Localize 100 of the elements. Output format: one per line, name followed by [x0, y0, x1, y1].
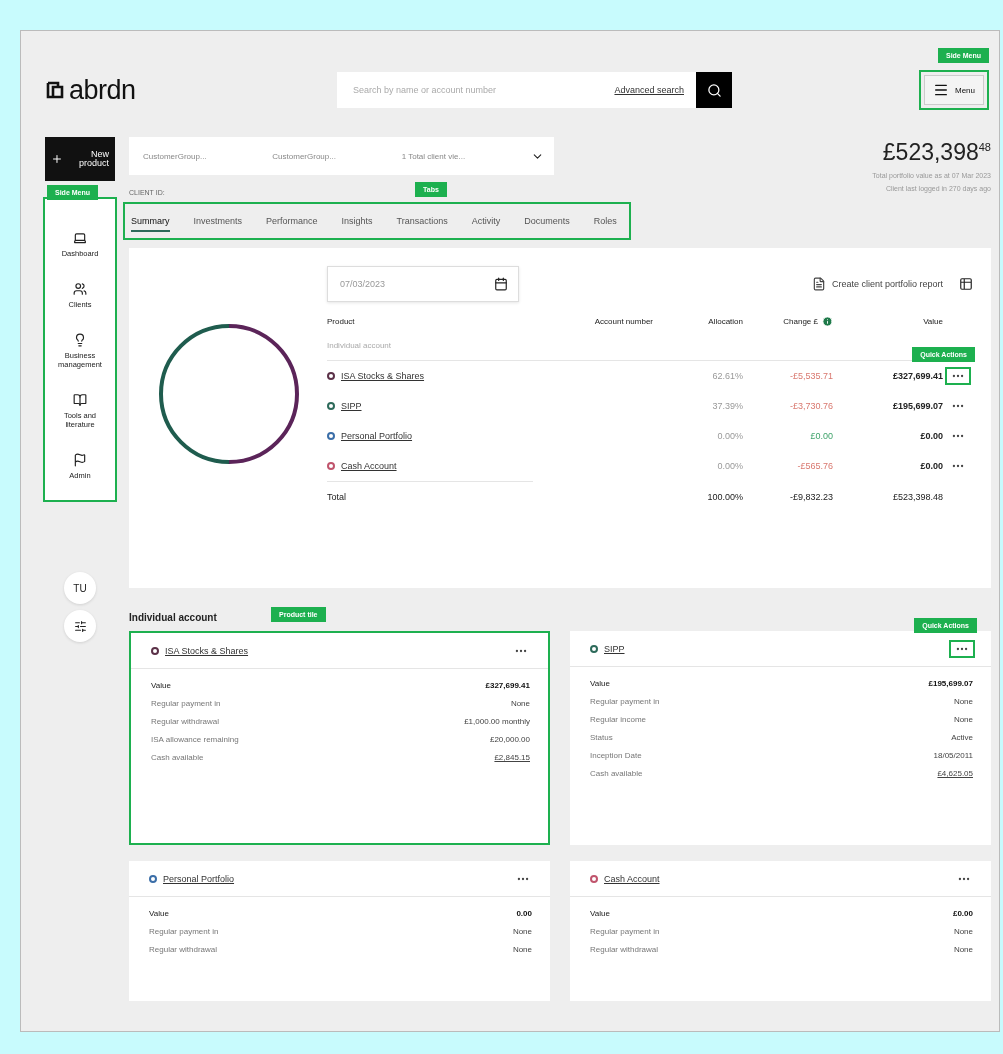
- field-label: Status: [590, 733, 613, 742]
- lightbulb-icon: [73, 333, 87, 347]
- field-value: Active: [951, 733, 973, 742]
- menu-icon: [933, 82, 949, 98]
- field-label: Cash available: [590, 769, 643, 778]
- field-value: £327,699.41: [485, 681, 530, 690]
- table-cell-text: £0.00: [919, 460, 943, 473]
- value-link[interactable]: £2,845.15: [494, 753, 530, 762]
- table-icon[interactable]: [959, 277, 973, 291]
- menu-button[interactable]: Menu: [924, 75, 984, 105]
- field-label: Regular payment in: [590, 697, 660, 706]
- table-cell-text: -£3,730.76: [788, 400, 833, 413]
- field-label: Regular withdrawal: [151, 717, 220, 726]
- field-label: Cash available: [151, 753, 204, 762]
- logo-text: abrdn: [69, 74, 136, 106]
- logo-icon: [45, 79, 65, 101]
- table-cell-text: £523,398.48: [891, 490, 943, 504]
- field-label: Regular payment in: [149, 927, 219, 936]
- column-header: Account number: [593, 316, 653, 328]
- field-value: 18/05/2011: [933, 751, 973, 760]
- new-product-button[interactable]: New product: [45, 137, 115, 181]
- field-label: Value: [149, 909, 169, 918]
- field-label: Value: [590, 909, 610, 918]
- field-label: Regular withdrawal: [149, 945, 218, 954]
- field-label: Regular withdrawal: [590, 945, 659, 954]
- tab[interactable]: Documents: [524, 212, 570, 232]
- product-link[interactable]: Cash Account: [341, 461, 397, 471]
- product-link[interactable]: ISA Stocks & Shares: [341, 371, 425, 381]
- product-link[interactable]: Cash Account: [604, 873, 660, 884]
- field-label: Inception Date: [590, 751, 642, 760]
- selector-text: CustomerGroup...: [143, 151, 208, 161]
- field-value: None: [953, 697, 973, 706]
- field-value: None: [510, 699, 530, 708]
- field-value: £20,000.00: [489, 735, 530, 744]
- tab[interactable]: Activity: [471, 212, 501, 232]
- table-cell-text: -£5,535.71: [788, 370, 833, 383]
- plus-icon: [51, 152, 63, 166]
- table-cell-text: £327,699.41: [891, 370, 943, 383]
- table-cell-text: 37.39%: [711, 400, 743, 413]
- search-field[interactable]: Search by name or account number Advanced search: [337, 72, 732, 108]
- field-value: £1,000.00 monthly: [464, 717, 530, 726]
- product-link[interactable]: Personal Portfolio: [163, 873, 235, 884]
- field-value: None: [953, 715, 973, 724]
- field-value: None: [953, 927, 973, 936]
- table-cell-text: 100.00%: [706, 490, 743, 504]
- product-link[interactable]: SIPP: [341, 401, 362, 411]
- field-value: £0.00: [952, 909, 973, 918]
- search-icon: [706, 82, 722, 98]
- field-label: Regular payment in: [590, 927, 660, 936]
- selector-text: 1 Total client vie...: [401, 151, 467, 161]
- table-cell-text: £195,699.07: [891, 400, 943, 413]
- calendar-icon: [494, 277, 508, 291]
- book-icon: [73, 393, 87, 407]
- field-label: Regular income: [590, 715, 647, 724]
- table-cell: Total: [327, 481, 533, 512]
- avatar[interactable]: TU: [64, 572, 96, 604]
- field-value: £195,699.07: [928, 679, 973, 688]
- table-cell-text: 0.00%: [716, 430, 743, 443]
- client-selector[interactable]: CustomerGroup... CustomerGroup... 1 Total client vie...: [129, 137, 554, 175]
- field-value: 0.00: [516, 909, 532, 918]
- selector-text: CustomerGroup...: [272, 151, 337, 161]
- tab[interactable]: Investments: [193, 212, 243, 232]
- table-cell-text: £0.00: [919, 430, 943, 443]
- tab[interactable]: Insights: [341, 212, 373, 232]
- section-title: Individual account: [129, 612, 217, 623]
- search-button[interactable]: [696, 72, 732, 108]
- field-label: Regular payment in: [151, 699, 221, 708]
- tab[interactable]: Summary: [131, 212, 170, 232]
- portfolio-total: £523,398$^{48}$: [882, 139, 991, 166]
- tab[interactable]: Roles: [593, 212, 617, 232]
- column-header: Value: [922, 316, 943, 328]
- table-cell-text: -£565.76: [796, 460, 833, 473]
- value-link[interactable]: £4,625.05: [937, 769, 973, 778]
- report-link[interactable]: Create client portfolio report: [811, 277, 943, 291]
- info-icon: [822, 316, 833, 327]
- tab[interactable]: Transactions: [396, 212, 448, 232]
- filter-icon: [73, 619, 87, 633]
- field-label: Value: [151, 681, 171, 690]
- tab[interactable]: Performance: [266, 212, 318, 232]
- product-link[interactable]: Personal Portfolio: [341, 431, 413, 441]
- table-cell-text: -£9,832.23: [788, 490, 833, 504]
- product-link[interactable]: SIPP: [604, 643, 625, 654]
- column-header: Product: [327, 316, 356, 328]
- table-cell-text: 62.61%: [711, 370, 743, 383]
- column-header: Change £: [743, 302, 833, 335]
- table-cell-text: 0.00%: [716, 460, 743, 473]
- product-link[interactable]: ISA Stocks & Shares: [165, 645, 249, 656]
- table-cell-text: £0.00: [809, 430, 833, 443]
- field-label: ISA allowance remaining: [151, 735, 239, 744]
- field-value: None: [953, 945, 973, 954]
- laptop-icon: [73, 231, 87, 245]
- people-icon: [73, 282, 87, 296]
- document-icon: [811, 277, 826, 291]
- field-value: None: [512, 945, 532, 954]
- flag-icon: [73, 453, 87, 467]
- filter-button[interactable]: [64, 610, 96, 642]
- logo[interactable]: abrdn: [45, 74, 337, 106]
- field-value: None: [512, 927, 532, 936]
- advanced-search-link[interactable]: Advanced search: [614, 85, 684, 95]
- field-label: Value: [590, 679, 610, 688]
